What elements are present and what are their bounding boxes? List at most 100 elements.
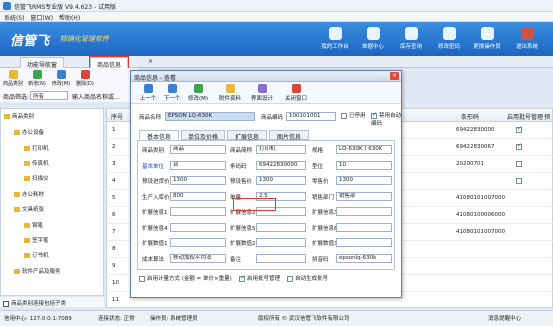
tree-node[interactable]: 订书机: [24, 251, 49, 259]
workbench-button[interactable]: 我的工作台: [318, 25, 352, 55]
menu-bar: 系统(S) 窗口(W) 帮助(H): [0, 12, 553, 22]
tab-extended-info[interactable]: 扩展信息: [227, 130, 267, 141]
menu-help[interactable]: 帮助(H): [59, 13, 80, 22]
edit-button[interactable]: 修改(M): [50, 70, 72, 87]
tree-node[interactable]: 办公设备: [14, 128, 44, 136]
documents-center-button[interactable]: 单据中心: [356, 25, 390, 55]
menu-window[interactable]: 窗口(W): [30, 13, 53, 22]
field-value[interactable]: 10: [336, 160, 392, 170]
tree-node[interactable]: 软件产品及服务: [14, 267, 61, 275]
batch-management-checkbox[interactable]: 启用批号管理: [239, 274, 280, 282]
field-value[interactable]: [170, 222, 226, 232]
field-value[interactable]: 69422830000: [256, 160, 306, 170]
batch-checkbox[interactable]: [516, 178, 522, 184]
autocode-checkbox[interactable]: 禁用自动编码: [371, 111, 401, 127]
disabled-checkbox[interactable]: 已停用: [341, 111, 366, 119]
delete-button[interactable]: 删除(D): [74, 70, 96, 87]
field-value[interactable]: [336, 222, 392, 232]
field-value[interactable]: epsonlq-630k: [336, 253, 392, 263]
field-value[interactable]: 800: [170, 191, 226, 201]
field-value[interactable]: 销售部: [336, 191, 392, 201]
col-index: 序号: [111, 114, 124, 121]
tree-node[interactable]: 传真机: [24, 159, 49, 167]
tab-images[interactable]: 图片信息: [269, 130, 309, 141]
row-index: 8: [112, 246, 116, 252]
dialog-close-button[interactable]: ×: [390, 72, 399, 80]
tree-node[interactable]: 签字笔: [24, 236, 49, 244]
edit-icon: [56, 70, 66, 79]
next-button[interactable]: 下一个: [161, 84, 183, 102]
change-password-button[interactable]: 修改密码: [432, 25, 466, 55]
prev-button[interactable]: 上一个: [137, 84, 159, 102]
row-index: 6: [112, 212, 116, 218]
code-field[interactable]: 100101001: [286, 112, 336, 121]
field-value[interactable]: 移动加权平均法: [170, 253, 226, 263]
menu-system[interactable]: 系统(S): [4, 13, 25, 22]
folder-icon: [4, 114, 10, 119]
edit-button[interactable]: 修改(M): [187, 84, 209, 102]
field-value[interactable]: [170, 207, 226, 216]
auto-batch-checkbox[interactable]: 自动生成批号: [287, 274, 328, 282]
field-value[interactable]: [336, 207, 392, 216]
code-label: 商品编码: [261, 115, 284, 121]
folder-icon: [14, 207, 20, 212]
filter-select[interactable]: 所有: [30, 91, 68, 100]
tree-footer[interactable]: 商品类别连接包括子类: [0, 297, 104, 307]
tree-node[interactable]: 打印机: [24, 144, 49, 152]
row-barcode: 69422830067: [456, 144, 495, 150]
field-value[interactable]: [256, 253, 306, 263]
tree-node[interactable]: 商品类别: [4, 112, 34, 120]
field-value[interactable]: [336, 238, 392, 247]
field-value[interactable]: 商品: [170, 145, 226, 154]
category-button[interactable]: 商品类别: [2, 70, 24, 87]
field-label: 生产入库价: [142, 194, 170, 201]
tree-node[interactable]: 扫描仪: [24, 174, 49, 182]
field-label: 预设售价: [230, 179, 253, 185]
folder-icon: [24, 253, 30, 258]
field-value[interactable]: [170, 238, 226, 247]
tab-basic-info[interactable]: 基本信息: [139, 130, 179, 141]
message-center[interactable]: 消息提醒中心: [488, 314, 521, 322]
folder-icon: [14, 130, 20, 135]
edit-icon: [193, 84, 203, 93]
brand-slogan: 精确化管理软件: [60, 35, 109, 43]
folder-icon: [8, 70, 18, 79]
layout-design-button[interactable]: 界面设计: [251, 84, 273, 102]
tab-function-nav[interactable]: 功能导航窗: [20, 57, 65, 69]
metering-checkbox[interactable]: 启用计量方式 (金额 = 单价×重量): [139, 274, 232, 282]
stock-query-button[interactable]: 库存查询: [394, 25, 428, 55]
field-value[interactable]: 1300: [336, 176, 392, 185]
batch-checkbox[interactable]: [516, 125, 522, 133]
app-logo-icon: [3, 2, 11, 10]
tree-node[interactable]: 办公耗材: [14, 190, 44, 198]
tree-node[interactable]: 文具纸张: [14, 205, 44, 213]
tree-node[interactable]: 钢笔: [24, 221, 43, 229]
highlight-box: [233, 198, 276, 211]
checkbox[interactable]: [3, 300, 9, 307]
name-field[interactable]: EPSON LQ-630K: [165, 112, 255, 121]
tab-product-info[interactable]: 商品信息: [88, 56, 130, 69]
exit-system-button[interactable]: 退出系统: [510, 25, 544, 55]
row-barcode: 41080101007000: [456, 195, 505, 201]
field-value[interactable]: LQ-630K ( 630K: [336, 145, 392, 154]
top-banner: 信管飞 精确化管理软件 我的工作台 单据中心 库存查询 修改密码 更换操作员 退…: [0, 22, 553, 56]
close-tab-icon[interactable]: ×: [148, 58, 153, 65]
field-value[interactable]: 打印机: [256, 145, 306, 154]
arrow-up-icon: [143, 84, 153, 93]
tab-units-prices[interactable]: 单位及价格: [181, 130, 225, 141]
field-value[interactable]: 1300: [170, 176, 226, 185]
batch-checkbox[interactable]: [516, 161, 522, 167]
field-value[interactable]: 1300: [256, 176, 306, 185]
attachment-button[interactable]: 附件资料: [219, 84, 241, 102]
add-button[interactable]: 新增(N): [26, 70, 48, 87]
field-label: 扩展信息1: [142, 210, 168, 216]
row-index: 2: [112, 144, 116, 150]
switch-operator-button[interactable]: 更换操作员: [470, 25, 504, 55]
col-batch: 启用批号管理: [507, 114, 544, 121]
folder-icon: [14, 269, 20, 274]
close-window-button[interactable]: 关闭窗口: [285, 84, 307, 102]
field-value[interactable]: [256, 222, 306, 232]
batch-checkbox[interactable]: [516, 142, 522, 150]
field-value[interactable]: [256, 238, 306, 247]
field-value[interactable]: 台: [170, 160, 226, 170]
